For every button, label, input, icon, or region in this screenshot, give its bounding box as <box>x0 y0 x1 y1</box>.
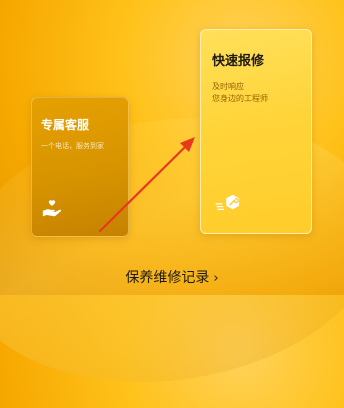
red-arrow <box>98 137 195 233</box>
maintenance-records-label: 保养维修记录 <box>125 270 210 286</box>
chevron-right-icon: › <box>213 271 219 286</box>
maintenance-records-link[interactable]: 保养维修记录 › <box>0 267 344 287</box>
